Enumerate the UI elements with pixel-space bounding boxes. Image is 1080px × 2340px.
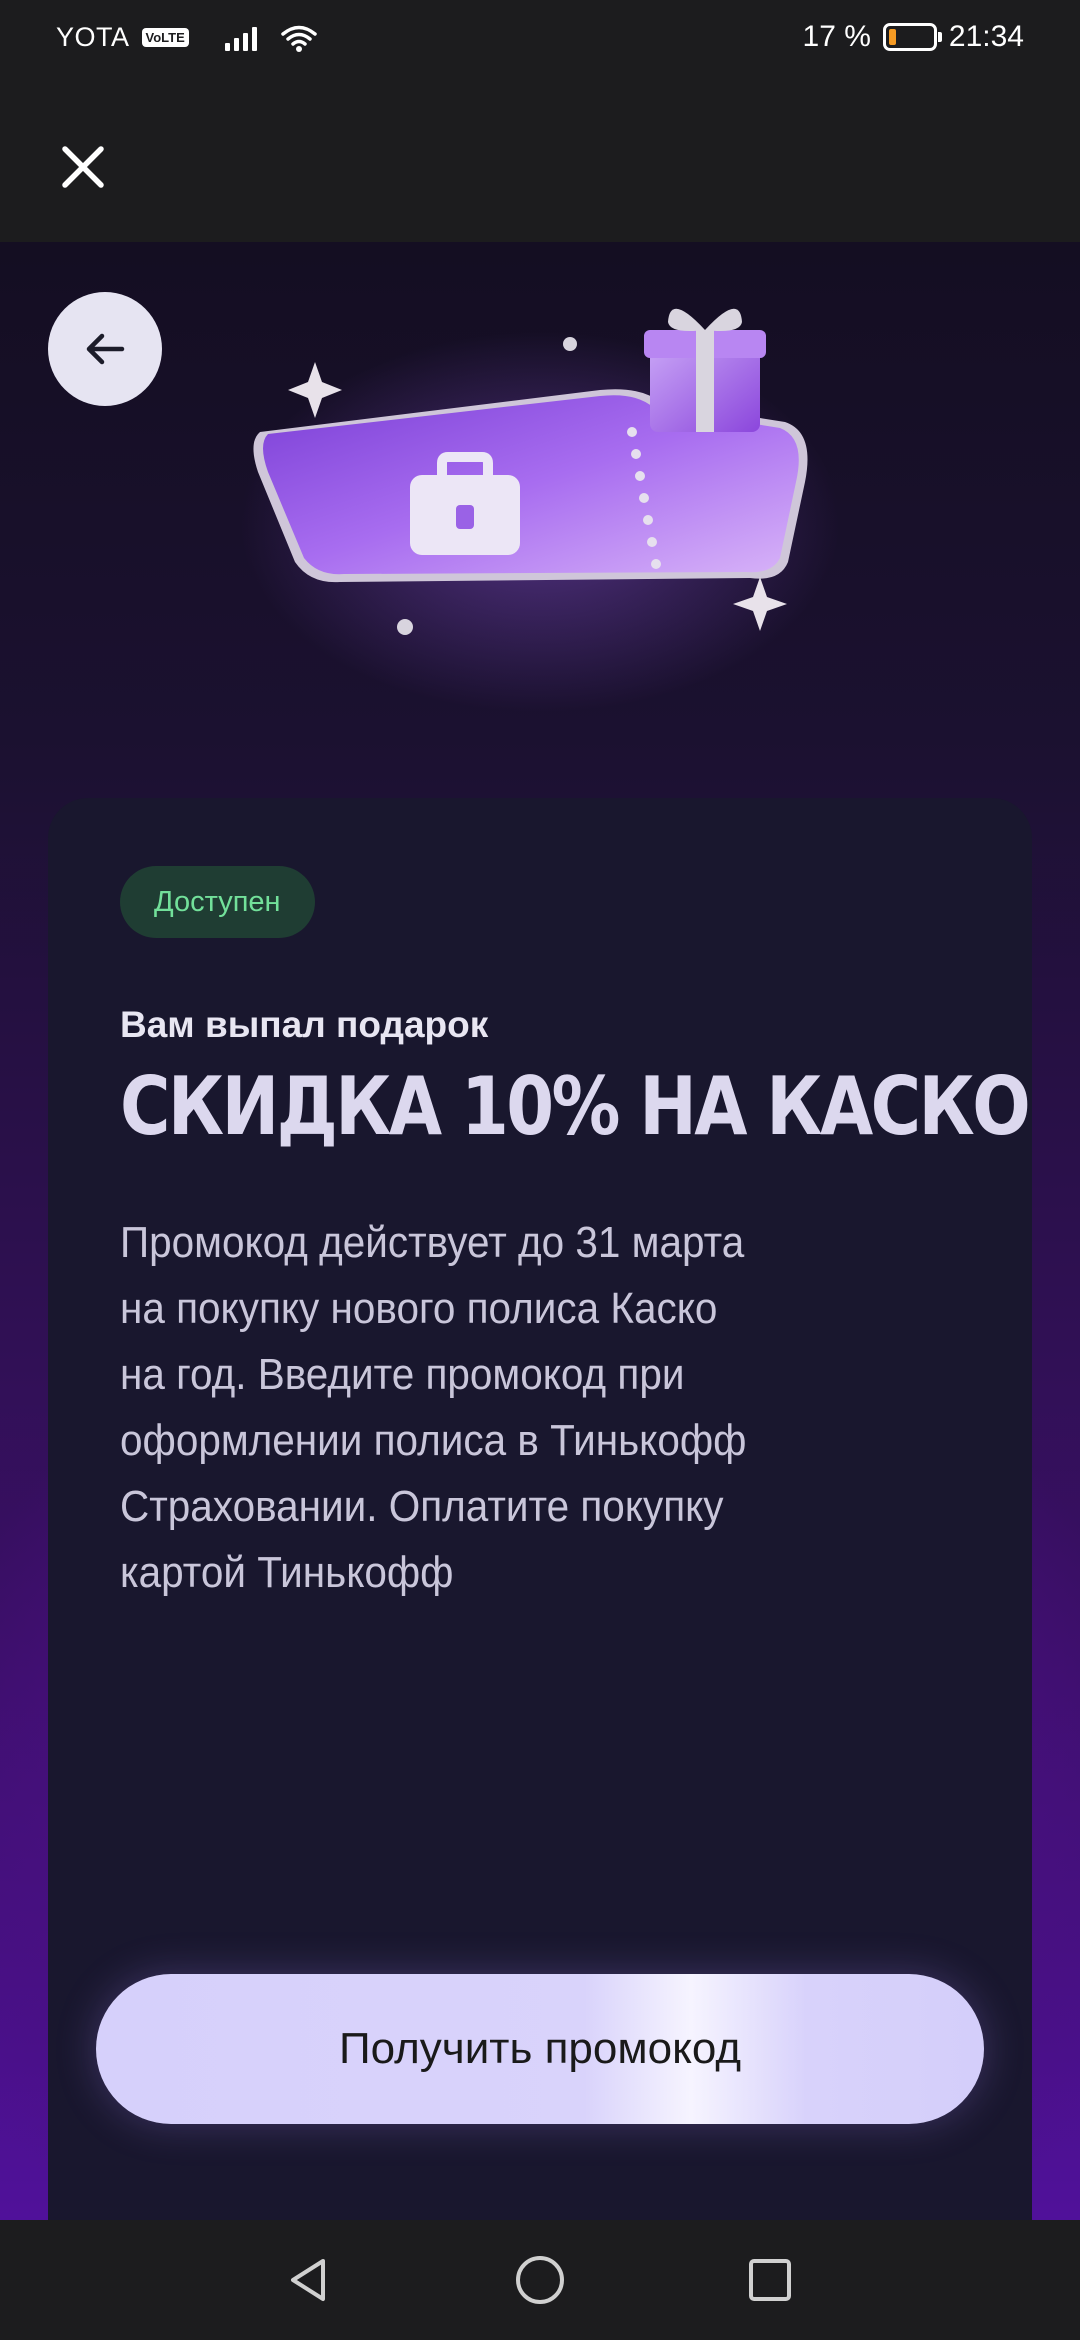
- description-line: Промокод действует до 31 марта: [120, 1218, 745, 1267]
- volte-badge: VoLTE: [141, 28, 189, 47]
- close-button[interactable]: [50, 134, 116, 200]
- status-left: YOTA VoLTE: [56, 22, 319, 53]
- square-recents-icon: [749, 2259, 791, 2301]
- nav-recents-button[interactable]: [740, 2250, 800, 2310]
- nav-home-button[interactable]: [510, 2250, 570, 2310]
- top-bar: [0, 78, 1080, 242]
- content-area: Доступен Вам выпал подарок СКИДКА 10% НА…: [0, 242, 1080, 2220]
- system-nav-bar: [0, 2220, 1080, 2340]
- description-line: картой Тинькофф: [120, 1548, 454, 1597]
- gift-subtitle: Вам выпал подарок: [120, 1004, 489, 1045]
- screen: YOTA VoLTE 17 % 21:34 Доступен Вам выпал…: [0, 0, 1080, 2340]
- status-bar: YOTA VoLTE 17 % 21:34: [0, 0, 1080, 78]
- description-line: оформлении полиса в Тинькофф: [120, 1416, 747, 1465]
- description-line: на год. Введите промокод при: [120, 1350, 685, 1399]
- status-right: 17 % 21:34: [803, 20, 1024, 54]
- carrier-name: YOTA: [56, 22, 130, 52]
- gift-description: Промокод действует до 31 марта на покупк…: [120, 1210, 856, 1606]
- triangle-back-icon: [291, 2259, 325, 2301]
- nav-back-button[interactable]: [278, 2250, 338, 2310]
- circle-home-icon: [516, 2256, 564, 2304]
- battery-icon: [882, 23, 942, 51]
- battery-level: [888, 29, 896, 45]
- close-icon: [62, 146, 104, 188]
- battery-percent: 17 %: [802, 20, 871, 53]
- signal-icon: [224, 25, 257, 51]
- gift-ticket-illustration: [240, 308, 840, 712]
- get-promocode-button[interactable]: Получить промокод: [96, 1974, 984, 2124]
- description-line: Страховании. Оплатите покупку: [120, 1482, 724, 1531]
- arrow-left-icon: [86, 333, 125, 365]
- back-button[interactable]: [48, 292, 162, 406]
- gift-title: СКИДКА 10% НА КАСКО: [120, 1060, 1031, 1153]
- clock: 21:34: [948, 20, 1024, 53]
- wifi-icon: [281, 25, 317, 52]
- description-line: на покупку нового полиса Каско: [120, 1284, 718, 1333]
- status-badge: Доступен: [120, 866, 315, 938]
